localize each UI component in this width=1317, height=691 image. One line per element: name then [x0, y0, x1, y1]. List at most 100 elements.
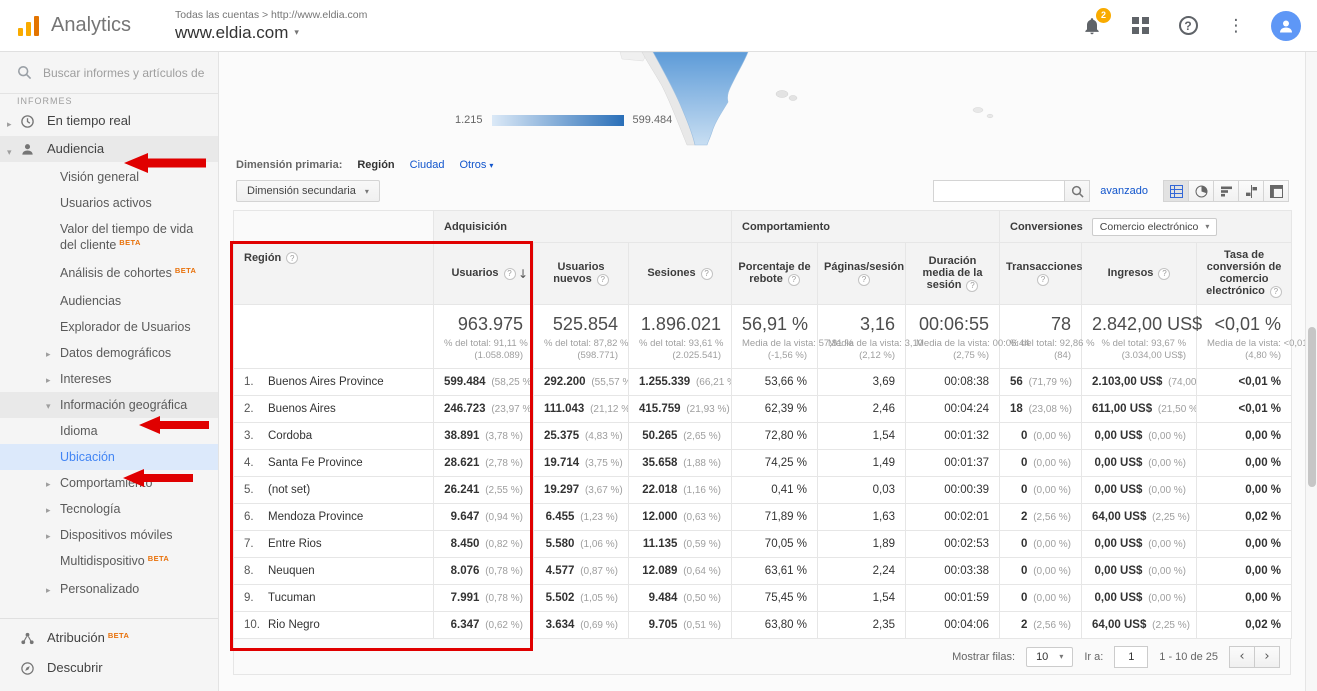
sidebar-item-audiencia[interactable]: ▾Audiencia [0, 136, 218, 162]
sidebar-item-datos-demograficos[interactable]: ▸Datos demográficos [0, 340, 218, 366]
sidebar-item-analisis-de-cohortes[interactable]: Análisis de cohortesBETA [0, 260, 218, 288]
cell-users: 599.484 (58,25 %) [434, 369, 534, 396]
help-icon[interactable]: ? [597, 274, 609, 286]
region-name[interactable]: Santa Fe Province [268, 457, 363, 469]
sidebar-item-explorador-de-usuarios[interactable]: Explorador de Usuarios [0, 314, 218, 340]
row-rank: 9. [244, 592, 268, 604]
region-name[interactable]: Rio Negro [268, 619, 320, 631]
column-header-pages[interactable]: Páginas/sesión? [818, 243, 906, 305]
apps-grid-button[interactable] [1127, 13, 1153, 39]
chevron-right-icon[interactable]: ▸ [7, 117, 12, 133]
column-header-region[interactable]: Región? [234, 243, 434, 305]
region-name[interactable]: Buenos Aires [268, 403, 336, 415]
region-name[interactable]: Buenos Aires Province [268, 376, 384, 388]
sidebar-search[interactable] [0, 52, 218, 94]
more-options-button[interactable]: ⋮ [1223, 13, 1249, 39]
table-search-input[interactable] [933, 180, 1065, 202]
prev-page-button[interactable]: ‹ [1229, 646, 1255, 668]
sidebar-item-idioma[interactable]: Idioma [0, 418, 218, 444]
cell-revenue: 0,00 US$ (0,00 %) [1082, 423, 1197, 450]
analytics-logo-icon[interactable] [16, 14, 42, 38]
sidebar-item-multidispositivo[interactable]: MultidispositivoBETA [0, 548, 218, 576]
chevron-right-icon[interactable]: ▸ [46, 477, 51, 493]
chevron-down-icon[interactable]: ▾ [7, 145, 12, 161]
help-icon[interactable]: ? [966, 280, 978, 292]
table-view-button[interactable] [1163, 180, 1189, 202]
chevron-right-icon[interactable]: ▸ [46, 529, 51, 545]
chevron-right-icon[interactable]: ▸ [46, 347, 51, 363]
column-header-bounce[interactable]: Porcentaje de rebote? [732, 243, 818, 305]
scrollbar-thumb[interactable] [1308, 327, 1316, 487]
attribution-icon [20, 631, 35, 646]
sidebar-item-valor-del-tiempo-de-vida-del-cliente[interactable]: Valor del tiempo de vida del clienteBETA [0, 216, 218, 260]
goto-page-input[interactable] [1114, 646, 1148, 668]
region-name[interactable]: Neuquen [268, 565, 315, 577]
sidebar-item-atribucion[interactable]: AtribuciónBETA [0, 618, 218, 653]
dimension-region[interactable]: Región [357, 159, 394, 171]
secondary-dimension-button[interactable]: Dimensión secundaria ▾ [236, 180, 380, 202]
notifications-button[interactable]: 2 [1079, 13, 1105, 39]
column-header-new_users[interactable]: Usuarios nuevos? [534, 243, 629, 305]
sidebar-item-usuarios-activos[interactable]: Usuarios activos [0, 190, 218, 216]
sidebar-item-dispositivos-moviles[interactable]: ▸Dispositivos móviles [0, 522, 218, 548]
cell-transactions: 2 (2,56 %) [1000, 612, 1082, 639]
sidebar-item-vision-general[interactable]: Visión general [0, 164, 218, 190]
region-name[interactable]: (not set) [268, 484, 310, 496]
help-icon[interactable]: ? [788, 274, 800, 286]
sidebar-item-audiencias[interactable]: Audiencias [0, 288, 218, 314]
percentage-view-button[interactable] [1188, 180, 1214, 202]
help-icon[interactable]: ? [286, 252, 298, 264]
sidebar-item-label: MultidispositivoBETA [60, 553, 210, 571]
help-icon[interactable]: ? [1158, 268, 1170, 280]
table-search-button[interactable] [1065, 180, 1090, 202]
column-header-users[interactable]: Usuarios?↓ [434, 243, 534, 305]
column-header-transactions[interactable]: Transacciones? [1000, 243, 1082, 305]
avatar[interactable] [1271, 11, 1301, 41]
help-icon[interactable]: ? [701, 268, 713, 280]
account-switcher[interactable]: Todas las cuentas > http://www.eldia.com… [175, 9, 367, 43]
column-header-revenue[interactable]: Ingresos? [1082, 243, 1197, 305]
region-name[interactable]: Entre Rios [268, 538, 322, 550]
chevron-right-icon[interactable]: ▸ [46, 373, 51, 389]
search-icon [17, 65, 32, 80]
table-row: 3.Cordoba38.891 (3,78 %)25.375 (4,83 %)5… [234, 423, 1292, 450]
help-button[interactable]: ? [1175, 13, 1201, 39]
cell-bounce: 0,41 % [732, 477, 818, 504]
table-row: 2.Buenos Aires246.723 (23,97 %)111.043 (… [234, 396, 1292, 423]
dimension-otros[interactable]: Otros▾ [460, 159, 494, 171]
help-icon[interactable]: ? [858, 274, 870, 286]
sidebar-item-ubicacion[interactable]: Ubicación [0, 444, 218, 470]
column-header-conv_rate[interactable]: Tasa de conversión de comercio electróni… [1197, 243, 1292, 305]
next-page-button[interactable]: › [1254, 646, 1280, 668]
chevron-right-icon[interactable]: ▸ [46, 583, 51, 599]
sidebar-item-comportamiento[interactable]: ▸Comportamiento [0, 470, 218, 496]
sidebar-search-input[interactable] [43, 66, 211, 80]
vertical-dots-icon: ⋮ [1228, 16, 1245, 36]
sidebar-item-informacion-geografica[interactable]: ▾Información geográfica [0, 392, 218, 418]
sidebar-item-personalizado[interactable]: ▸Personalizado [0, 576, 218, 602]
region-name[interactable]: Tucuman [268, 592, 316, 604]
rows-per-page-select[interactable]: 10 ▾ [1026, 647, 1073, 667]
sidebar-item-tecnologia[interactable]: ▸Tecnología [0, 496, 218, 522]
help-icon[interactable]: ? [1037, 274, 1049, 286]
column-header-duration[interactable]: Duración media de la sesión? [906, 243, 1000, 305]
comparison-view-button[interactable] [1238, 180, 1264, 202]
dimension-ciudad[interactable]: Ciudad [410, 159, 445, 171]
help-icon[interactable]: ? [1270, 286, 1282, 298]
region-name[interactable]: Cordoba [268, 430, 312, 442]
ecommerce-type-select[interactable]: Comercio electrónico ▾ [1092, 218, 1218, 236]
column-label: Transacciones [1006, 261, 1082, 273]
help-icon[interactable]: ? [504, 268, 516, 280]
region-name[interactable]: Mendoza Province [268, 511, 363, 523]
sidebar-item-en-tiempo-real[interactable]: ▸En tiempo real [0, 108, 218, 134]
chevron-down-icon[interactable]: ▾ [46, 399, 51, 415]
column-header-sessions[interactable]: Sesiones? [629, 243, 732, 305]
performance-view-button[interactable] [1213, 180, 1239, 202]
cell-bounce: 74,25 % [732, 450, 818, 477]
chevron-right-icon[interactable]: ▸ [46, 503, 51, 519]
sidebar-item-intereses[interactable]: ▸Intereses [0, 366, 218, 392]
pivot-view-button[interactable] [1263, 180, 1289, 202]
sidebar-item-descubrir[interactable]: Descubrir [0, 655, 218, 681]
advanced-filter-link[interactable]: avanzado [1100, 185, 1148, 197]
table-row: 10.Rio Negro6.347 (0,62 %)3.634 (0,69 %)… [234, 612, 1292, 639]
